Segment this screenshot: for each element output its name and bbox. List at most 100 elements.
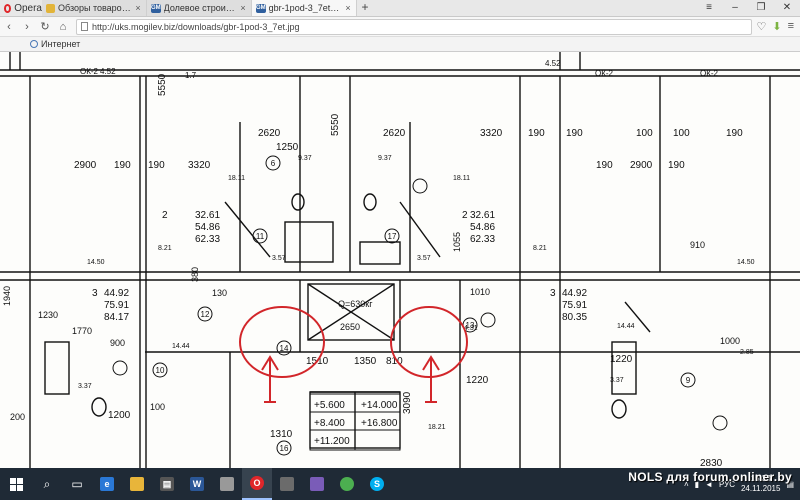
dim: 1010: [470, 287, 490, 297]
area-label: 3.37: [610, 377, 624, 384]
window-menu-icon[interactable]: ≡: [696, 0, 722, 16]
folder-icon: [46, 3, 55, 13]
circle-mark: 12: [201, 310, 210, 319]
store-icon[interactable]: ▤: [152, 468, 182, 500]
plan-label: 1.7: [185, 71, 197, 80]
area-label: 3.37: [78, 383, 92, 390]
forward-icon[interactable]: ›: [18, 21, 36, 33]
gm-favicon-icon: GM: [151, 3, 161, 13]
word-icon[interactable]: W: [182, 468, 212, 500]
restore-icon[interactable]: ❐: [748, 0, 774, 16]
tab-construction[interactable]: GM Долевое строительство ×: [147, 0, 252, 16]
tab-reviews[interactable]: Обзоры товаров из инте ×: [42, 0, 147, 16]
dim: 190: [596, 160, 613, 171]
gm-favicon-icon: GM: [256, 3, 266, 13]
area-label: 14.50: [737, 259, 755, 266]
opera-menu-label: Opera: [14, 2, 42, 14]
dim: 1220: [466, 375, 489, 386]
room-area: 75.91: [104, 300, 129, 311]
room-area: 62.33: [195, 234, 220, 245]
dim: 190: [726, 128, 743, 139]
home-icon[interactable]: ⌂: [54, 21, 72, 33]
dim: 3320: [188, 160, 211, 171]
circle-mark: 10: [156, 366, 165, 375]
circle-mark: 14: [280, 344, 289, 353]
heart-icon[interactable]: ♡: [756, 20, 766, 33]
task-view-icon[interactable]: ▭: [62, 468, 92, 500]
dim: 2900: [74, 160, 97, 171]
dim: 190: [148, 160, 165, 171]
url-field[interactable]: http://uks.mogilev.biz/downloads/gbr-1po…: [76, 18, 753, 35]
app-icon[interactable]: [272, 468, 302, 500]
back-icon[interactable]: ‹: [0, 21, 18, 33]
circle-mark: 9: [686, 376, 691, 385]
windows-logo-icon: [9, 477, 23, 491]
dim: 1230: [38, 310, 58, 320]
area-label: 18.21: [428, 424, 446, 431]
explorer-icon[interactable]: [122, 468, 152, 500]
plan-label: ОК-2: [700, 69, 719, 78]
chrome-icon[interactable]: [332, 468, 362, 500]
area-label: 9.37: [378, 155, 392, 162]
minimize-icon[interactable]: –: [722, 0, 748, 16]
opera-taskbar-icon[interactable]: O: [242, 468, 272, 500]
forum-watermark: NOLS для forum.onliner.by: [628, 470, 792, 484]
dim: 900: [110, 338, 125, 348]
area-label: 18.11: [228, 175, 245, 182]
area-label: 2.85: [740, 349, 754, 356]
dim: 3320: [480, 128, 503, 139]
tab-title: Долевое строительство: [163, 3, 236, 13]
level-mark: +5.600: [314, 400, 345, 411]
close-tab-icon[interactable]: ×: [239, 3, 247, 13]
skype-icon[interactable]: S: [362, 468, 392, 500]
room-number: 3: [550, 288, 556, 299]
floor-plan-image: 11 17 12 10 14 13 9 16 6 ОК-2 4.52 1.7 4…: [0, 52, 800, 468]
new-tab-button[interactable]: +: [357, 0, 373, 16]
lift-capacity: Q=630кг: [338, 299, 373, 309]
search-taskbar-icon[interactable]: ⌕: [32, 468, 62, 500]
room-area: 80.35: [562, 312, 587, 323]
tab-strip: Opera Обзоры товаров из инте × GM Долево…: [0, 0, 800, 17]
dim: 1055: [452, 232, 462, 252]
level-mark: +14.000: [361, 400, 398, 411]
room-number: 2: [162, 210, 168, 221]
lift-width: 2650: [340, 322, 360, 332]
dim: 2900: [630, 160, 653, 171]
room-area: 84.17: [104, 312, 129, 323]
window-controls: ≡ – ❐ ✕: [696, 0, 800, 16]
close-tab-icon[interactable]: ×: [344, 3, 352, 13]
tab-title: gbr-1pod-3_7et.jpg (3528: [268, 3, 341, 13]
room-area: 62.33: [470, 234, 495, 245]
room-area: 44.92: [104, 288, 129, 299]
start-button[interactable]: [0, 468, 32, 500]
app-icon[interactable]: [212, 468, 242, 500]
circle-mark: 11: [256, 232, 265, 241]
close-window-icon[interactable]: ✕: [774, 0, 800, 16]
bookmark-internet[interactable]: Интернет: [30, 39, 80, 49]
dim: 1250: [276, 142, 299, 153]
area-label: 3.57: [272, 255, 286, 262]
dim: 1310: [270, 429, 293, 440]
menu-icon[interactable]: ≡: [788, 20, 794, 33]
opera-menu-button[interactable]: Opera: [0, 0, 42, 16]
edge-icon[interactable]: e: [92, 468, 122, 500]
save-icon[interactable]: [302, 468, 332, 500]
dim: 1220: [610, 354, 633, 365]
dim: 380: [190, 267, 200, 282]
close-tab-icon[interactable]: ×: [134, 3, 142, 13]
download-icon[interactable]: ⬇: [772, 20, 781, 33]
reload-icon[interactable]: ↻: [36, 20, 54, 33]
tab-image[interactable]: GM gbr-1pod-3_7et.jpg (3528 ×: [252, 0, 357, 16]
plan-label: 4.52: [100, 67, 116, 76]
area-label: 14.44: [172, 343, 190, 350]
plan-label: 4.52: [545, 59, 561, 68]
address-bar: ‹ › ↻ ⌂ http://uks.mogilev.biz/downloads…: [0, 17, 800, 37]
dim: 1200: [108, 410, 131, 421]
level-mark: +16.800: [361, 418, 398, 429]
room-area: 32.61: [195, 210, 220, 221]
area-label: 14.50: [87, 259, 105, 266]
level-mark: +11.200: [314, 436, 350, 447]
dim: 130: [212, 288, 227, 298]
plan-label: ОК-2: [595, 69, 614, 78]
image-viewport[interactable]: 11 17 12 10 14 13 9 16 6 ОК-2 4.52 1.7 4…: [0, 52, 800, 468]
